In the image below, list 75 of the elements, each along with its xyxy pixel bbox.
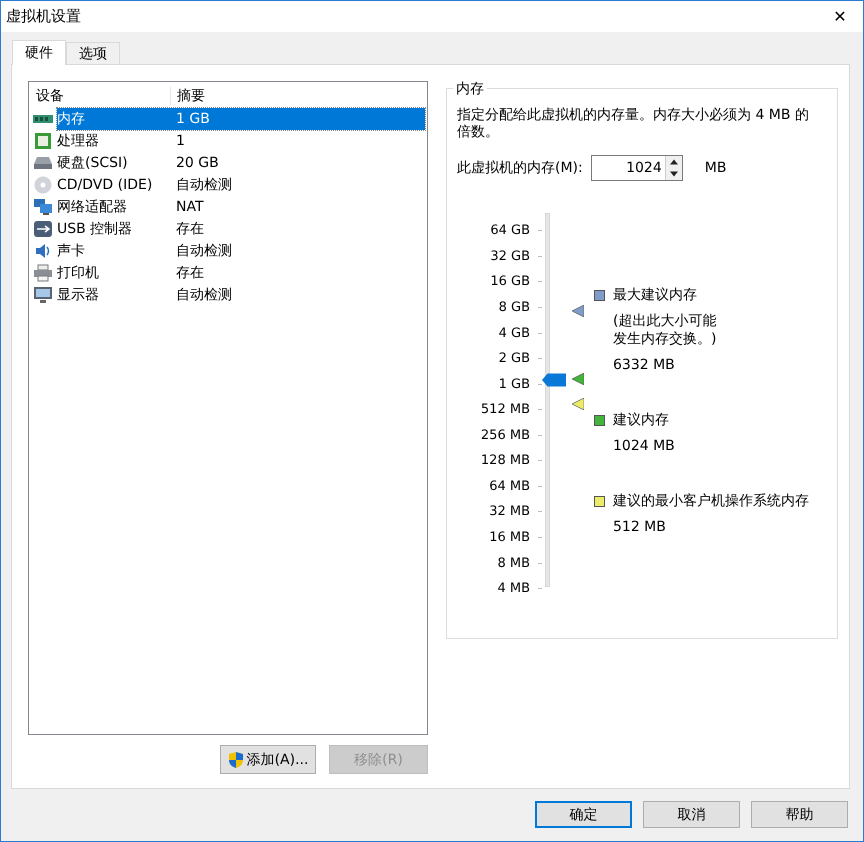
tick-label: 256 MB: [480, 428, 530, 443]
printer-icon: [33, 264, 53, 282]
tick-label: 8 GB: [498, 300, 530, 315]
device-summary: 自动检测: [176, 242, 232, 260]
list-row[interactable]: 处理器 1: [57, 130, 425, 152]
tick-label: 128 MB: [480, 453, 530, 468]
device-summary: 自动检测: [176, 286, 232, 304]
device-name: 显示器: [57, 286, 100, 304]
description: 指定分配给此虚拟机的内存量。内存大小必须为 4 MB 的倍数。: [457, 107, 810, 141]
help-button[interactable]: 帮助: [751, 801, 848, 828]
device-summary: 存在: [176, 220, 204, 238]
tick-label: 4 MB: [497, 581, 530, 596]
device-summary: 自动检测: [176, 176, 232, 194]
add-button[interactable]: 添加(A)...: [220, 745, 316, 774]
list-row[interactable]: USB 控制器 存在: [57, 218, 425, 240]
list-row[interactable]: 网络适配器 NAT: [57, 196, 425, 218]
list-row[interactable]: CD/DVD (IDE) 自动检测: [57, 174, 425, 196]
memory-field[interactable]: 1024: [590, 155, 683, 181]
legend-title: 最大建议内存: [613, 286, 697, 304]
tick-label: 2 GB: [498, 351, 530, 366]
tick-label: 32 MB: [489, 504, 530, 520]
legend-title: 建议内存: [613, 411, 669, 429]
tick-label: 4 GB: [498, 326, 530, 341]
device-summary: 1: [176, 133, 185, 149]
column-header[interactable]: 摘要: [171, 87, 205, 105]
column-header[interactable]: 设备: [31, 87, 171, 105]
device-summary: 存在: [176, 264, 204, 282]
shield-icon: [228, 750, 244, 768]
close-button[interactable]: ✕: [817, 1, 863, 32]
legend-value: 6332 MB: [613, 357, 676, 373]
device-summary: NAT: [176, 199, 204, 215]
list-row[interactable]: 打印机 存在: [57, 262, 425, 284]
disc-icon: [33, 176, 53, 194]
pointer-icon: [572, 372, 584, 385]
tick-label: 8 MB: [497, 556, 530, 571]
tab[interactable]: 硬件: [12, 40, 66, 65]
device-name: 网络适配器: [57, 198, 128, 216]
tick-label: 16 MB: [489, 530, 530, 546]
legend-value: 1024 MB: [613, 438, 676, 454]
cancel-button[interactable]: 取消: [643, 801, 740, 828]
tab[interactable]: 选项: [66, 42, 120, 64]
device-name: 内存: [57, 110, 86, 128]
list-row[interactable]: 内存 1 GB: [57, 108, 425, 130]
tick-label: 64 GB: [490, 223, 530, 238]
legend-title: 建议的最小客户机操作系统内存: [613, 492, 809, 510]
tick-label: 512 MB: [480, 402, 530, 418]
device-name: 声卡: [57, 242, 86, 260]
pointer-icon: [572, 305, 584, 318]
tick-label: 1 GB: [498, 376, 530, 392]
list-row[interactable]: 声卡 自动检测: [57, 240, 425, 262]
hard-drive-icon: [33, 154, 53, 172]
group-title: 内存: [453, 80, 487, 98]
device-summary: 1 GB: [176, 111, 210, 127]
pointer-icon: [572, 398, 584, 410]
unit-label: MB: [704, 160, 726, 176]
monitor-icon: [33, 286, 53, 304]
list-row[interactable]: 显示器 自动检测: [57, 284, 425, 306]
legend-note: (超出此大小可能发生内存交换。): [613, 312, 718, 348]
device-name: USB 控制器: [57, 220, 134, 238]
list-row[interactable]: 硬盘(SCSI) 20 GB: [57, 152, 425, 174]
ok-button[interactable]: 确定: [535, 801, 632, 828]
device-name: 打印机: [57, 264, 100, 282]
chip-icon: [33, 132, 53, 150]
device-name: 处理器: [57, 132, 100, 150]
slider-thumb[interactable]: [542, 372, 566, 387]
legend-value: 512 MB: [613, 519, 667, 535]
window-title: 虚拟机设置: [6, 7, 81, 26]
device-summary: 20 GB: [176, 155, 219, 171]
device-name: CD/DVD (IDE): [57, 177, 154, 193]
device-name: 硬盘(SCSI): [57, 154, 129, 172]
tick-label: 32 GB: [490, 248, 530, 264]
tick-label: 64 MB: [489, 478, 530, 494]
monitors-icon: [33, 198, 53, 216]
field-label: 此虚拟机的内存(M):: [457, 159, 583, 177]
tick-label: 16 GB: [490, 274, 530, 290]
